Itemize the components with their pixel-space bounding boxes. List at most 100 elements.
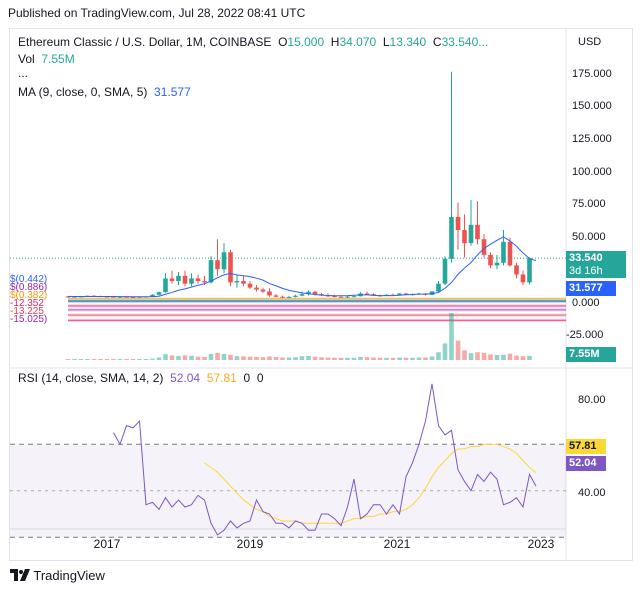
volume-bar — [189, 355, 194, 360]
chart-canvas[interactable]: 2017 2019 2021 2023 USD 175.000 150.000 … — [10, 29, 632, 560]
ma-value: 31.577 — [154, 85, 191, 99]
candle-body — [293, 295, 298, 297]
volume-bar — [176, 355, 181, 360]
volume-bar — [228, 354, 233, 360]
volume-bar — [397, 357, 402, 360]
symbol-title[interactable]: Ethereum Classic / U.S. Dollar, 1M, COIN… — [18, 35, 271, 49]
candle-body — [345, 296, 350, 298]
candle-body — [338, 296, 344, 298]
candle-body — [462, 230, 467, 244]
candle-body — [449, 216, 454, 259]
candle-body — [156, 292, 162, 295]
volume-bar — [462, 350, 467, 360]
rsi-band — [10, 444, 566, 538]
ma-line — [67, 236, 537, 298]
volume-legend[interactable]: Vol 7.55M — [18, 52, 75, 66]
volume-bar — [319, 357, 324, 360]
candle-body — [182, 275, 188, 284]
volume-bar — [403, 357, 409, 360]
volume-bar — [475, 352, 480, 360]
volume-bar — [371, 357, 376, 360]
volume-bar — [293, 357, 298, 360]
volume-bar — [247, 356, 253, 360]
volume-bar — [455, 340, 461, 360]
candle-body — [312, 291, 318, 295]
volume-bar — [182, 355, 188, 360]
candle-body — [442, 258, 448, 284]
volume-bar — [221, 353, 227, 360]
candle-body — [468, 224, 474, 244]
candle-body — [364, 293, 370, 295]
volume-bar — [423, 357, 428, 360]
candle-body — [507, 241, 513, 266]
volume-bar — [325, 357, 331, 360]
footer-brand[interactable]: TradingView — [10, 568, 105, 583]
volume-bar — [280, 357, 285, 360]
volume-bar — [442, 343, 448, 360]
tradingview-logo-icon — [10, 569, 30, 581]
volume-bar — [507, 353, 513, 360]
last-price: 33.540 — [569, 252, 603, 264]
candle-body — [527, 258, 532, 283]
close-value: 33.540... — [441, 35, 489, 49]
price-tick: 0.000 — [572, 297, 600, 309]
candle-body — [202, 281, 207, 283]
more-indicators-dots[interactable]: ... — [18, 66, 28, 80]
candles — [65, 71, 532, 299]
time-tick-2023: 2023 — [528, 537, 555, 551]
candle-body — [254, 287, 259, 290]
volume-bar — [390, 357, 396, 360]
volume-bar — [520, 356, 526, 360]
ma-legend[interactable]: MA (9, close, 0, SMA, 5) 31.577 — [18, 85, 191, 99]
volume-bar — [65, 359, 71, 360]
candle-body — [267, 291, 272, 296]
volume-bar — [254, 356, 259, 360]
candle-body — [280, 296, 285, 298]
last-price-tag: 33.540 3d 16h — [566, 251, 626, 278]
volume-bar — [416, 357, 422, 360]
price-tick: -25.000 — [566, 329, 603, 341]
main-legend: Ethereum Classic / U.S. Dollar, 1M, COIN… — [18, 35, 488, 49]
candle-body — [215, 260, 220, 270]
volume-bar — [169, 355, 175, 360]
volume-bar — [338, 357, 344, 360]
volume-bar — [488, 354, 493, 360]
volume-bar — [494, 355, 500, 360]
volume-bar — [241, 356, 246, 360]
volume-bar — [111, 359, 116, 360]
volume-bar — [384, 357, 389, 360]
volume-bar — [377, 357, 383, 360]
bar-countdown: 3d 16h — [569, 265, 603, 277]
volume-bar — [260, 357, 266, 360]
volume-bar — [150, 358, 155, 360]
volume-bar — [468, 353, 474, 360]
rsi-value: 52.04 — [170, 371, 201, 385]
volume-bar — [143, 359, 149, 360]
volume-bar — [358, 356, 363, 360]
candle-body — [273, 295, 279, 297]
candle-body — [520, 274, 526, 283]
footer-brand-name: TradingView — [33, 568, 105, 583]
rsi-legend[interactable]: RSI (14, close, SMA, 14, 2) 52.04 57.81 … — [18, 371, 264, 385]
candle-body — [475, 224, 480, 240]
volume-bar — [364, 357, 370, 360]
rsi-tag: 52.04 — [566, 456, 606, 471]
volume-bar — [78, 359, 84, 360]
level-labels-cluster: $(0.442) $(0.886) $(0.382) -12.352 -13.2… — [10, 274, 48, 325]
volume-bar — [202, 356, 207, 360]
volume-tag: 7.55M — [566, 347, 616, 362]
ma-price-tag: 31.577 — [566, 281, 616, 296]
volume-bar — [98, 359, 103, 360]
candle-body — [332, 296, 337, 298]
candle-body — [221, 252, 227, 270]
price-tick: 150.000 — [572, 100, 612, 112]
volume-bar — [72, 359, 77, 360]
ma-label: MA (9, close, 0, SMA, 5) — [18, 85, 148, 99]
close-label: C — [432, 35, 442, 49]
volume-bar — [91, 359, 97, 360]
volume-bar — [104, 359, 110, 360]
volume-bar — [527, 355, 532, 360]
rsi-sma-tag: 57.81 — [566, 439, 606, 454]
candle-body — [189, 278, 194, 284]
time-tick-2017: 2017 — [94, 537, 121, 551]
